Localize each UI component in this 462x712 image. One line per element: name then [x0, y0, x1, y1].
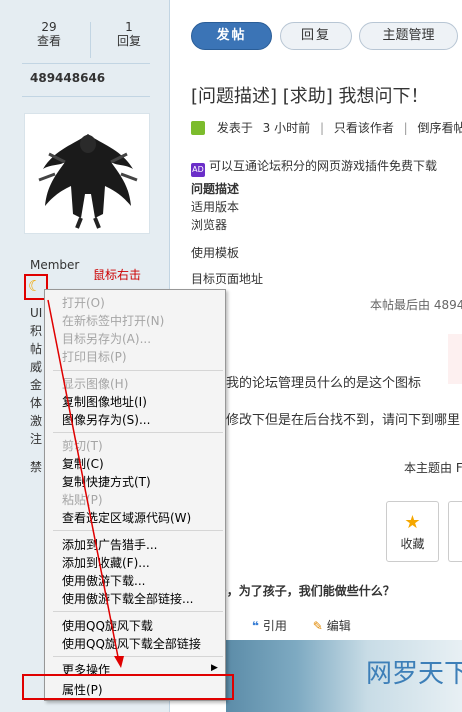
- problem-heading: 问题描述: [191, 182, 240, 196]
- menu-item-maxthon-download-all[interactable]: 使用傲游下载全部链接...: [62, 592, 193, 606]
- field-ban[interactable]: 禁: [30, 458, 42, 475]
- menu-item-maxthon-download[interactable]: 使用傲游下载...: [62, 574, 145, 588]
- pencil-icon: ✎: [312, 619, 323, 633]
- divider: [22, 63, 150, 64]
- menu-item-paste[interactable]: 粘贴(P): [62, 493, 103, 507]
- signature-link[interactable]: 10，为了孩子，我们能做些什么？: [210, 582, 395, 599]
- browser-line: 浏览器: [191, 218, 228, 232]
- field-uid: UI: [30, 306, 43, 320]
- menu-item-add-adhunter[interactable]: 添加到广告猎手...: [62, 538, 157, 552]
- menu-item-open[interactable]: 打开(O): [62, 296, 105, 310]
- right-click-annotation: 鼠标右击: [93, 268, 142, 282]
- user-fields: UI 积 帖 威 金 体 激 注: [30, 304, 44, 448]
- divider: [22, 96, 150, 97]
- field-prestige: 威: [30, 360, 43, 374]
- author-only-link[interactable]: 只看该作者: [334, 121, 394, 135]
- menu-item-copy-image-url[interactable]: 复制图像地址(I): [62, 395, 147, 409]
- post-body-line-1: 我的论坛管理员什么的是这个图标: [226, 376, 422, 391]
- replies-stat[interactable]: 1 回复: [99, 20, 159, 48]
- last-edit-note: 本帖最后由 4894: [370, 298, 462, 312]
- menu-separator: [53, 370, 223, 371]
- decoration: [448, 334, 462, 384]
- field-posts: 帖: [30, 342, 43, 356]
- reply-button[interactable]: 回复: [280, 22, 352, 50]
- user-stats: 29 查看 1 回复: [0, 12, 170, 58]
- field-points: 积: [30, 324, 43, 338]
- user-group: Member: [30, 258, 80, 272]
- ad-link[interactable]: AD 可以互通论坛积分的网页游戏插件免费下载: [191, 157, 437, 177]
- topic-manage-button[interactable]: 主题管理: [359, 22, 458, 50]
- favorite-button[interactable]: ★ 收藏: [386, 501, 439, 562]
- views-stat[interactable]: 29 查看: [19, 20, 79, 48]
- stats-divider: [90, 22, 91, 58]
- banner-text: 网罗天下: [366, 659, 462, 689]
- quote-action[interactable]: 引用: [263, 619, 287, 633]
- menu-separator: [53, 432, 223, 433]
- topic-note: 本主题由 F: [404, 461, 462, 475]
- field-register: 注: [30, 432, 43, 446]
- version-line: 适用版本: [191, 200, 240, 214]
- username[interactable]: 489448646: [30, 71, 105, 85]
- menu-item-view-source[interactable]: 查看选定区域源代码(W): [62, 511, 191, 525]
- post-meta: 发表于 3 小时前 | 只看该作者 | 倒序看帖: [191, 119, 462, 136]
- menu-item-add-favorite[interactable]: 添加到收藏(F)...: [62, 556, 150, 570]
- menu-item-open-new-tab[interactable]: 在新标签中打开(N): [62, 314, 164, 328]
- submenu-arrow-icon: ▶: [211, 663, 218, 673]
- meta-time: 3 小时前: [262, 121, 311, 135]
- field-strength: 体: [30, 396, 43, 410]
- highlight-box-properties: [22, 674, 234, 700]
- menu-item-show-image[interactable]: 显示图像(H): [62, 377, 128, 391]
- post-actions: 复 ❝引用 ✎编辑: [210, 617, 351, 634]
- reverse-order-link[interactable]: 倒序看帖: [418, 121, 462, 135]
- star-icon: ★: [404, 512, 421, 533]
- online-icon: [191, 121, 205, 135]
- views-count: 29: [41, 20, 57, 34]
- menu-separator: [53, 656, 223, 657]
- replies-label: 回复: [116, 34, 141, 48]
- replies-count: 1: [125, 20, 133, 34]
- ad-icon: AD: [191, 163, 205, 177]
- menu-separator: [53, 611, 223, 612]
- field-active: 激: [30, 414, 43, 428]
- share-button[interactable]: [448, 501, 462, 562]
- favorite-label: 收藏: [400, 537, 425, 551]
- new-post-button[interactable]: 发帖: [191, 22, 272, 50]
- menu-item-qq-download-all[interactable]: 使用QQ旋风下载全部链接: [62, 637, 201, 651]
- edit-action[interactable]: 编辑: [327, 619, 351, 633]
- field-money: 金: [30, 378, 43, 392]
- post-title: [问题描述] [求助] 我想问下！: [191, 86, 429, 107]
- ad-text: 可以互通论坛积分的网页游戏插件免费下载: [209, 159, 438, 173]
- template-line: 使用模板: [191, 246, 240, 260]
- menu-item-copy[interactable]: 复制(C): [62, 457, 104, 471]
- menu-item-save-image[interactable]: 图像另存为(S)...: [62, 413, 150, 427]
- menu-separator: [53, 530, 223, 531]
- context-menu: 打开(O) 在新标签中打开(N) 目标另存为(A)... 打印目标(P) 显示图…: [44, 289, 226, 701]
- quote-icon: ❝: [251, 619, 259, 633]
- target-url-line: 目标页面地址: [191, 272, 264, 286]
- avatar-image: [25, 114, 149, 233]
- menu-item-save-target[interactable]: 目标另存为(A)...: [62, 332, 151, 346]
- menu-item-copy-shortcut[interactable]: 复制快捷方式(T): [62, 475, 151, 489]
- menu-item-print-target[interactable]: 打印目标(P): [62, 350, 127, 364]
- views-label: 查看: [36, 34, 61, 48]
- menu-item-cut[interactable]: 剪切(T): [62, 439, 103, 453]
- menu-item-qq-download[interactable]: 使用QQ旋风下载: [62, 619, 153, 633]
- moon-group-icon[interactable]: ☾: [28, 279, 41, 294]
- post-body-line-2: 修改下但是在后台找不到，请问下到哪里: [226, 413, 461, 428]
- meta-prefix: 发表于: [216, 121, 253, 135]
- avatar[interactable]: [24, 113, 150, 234]
